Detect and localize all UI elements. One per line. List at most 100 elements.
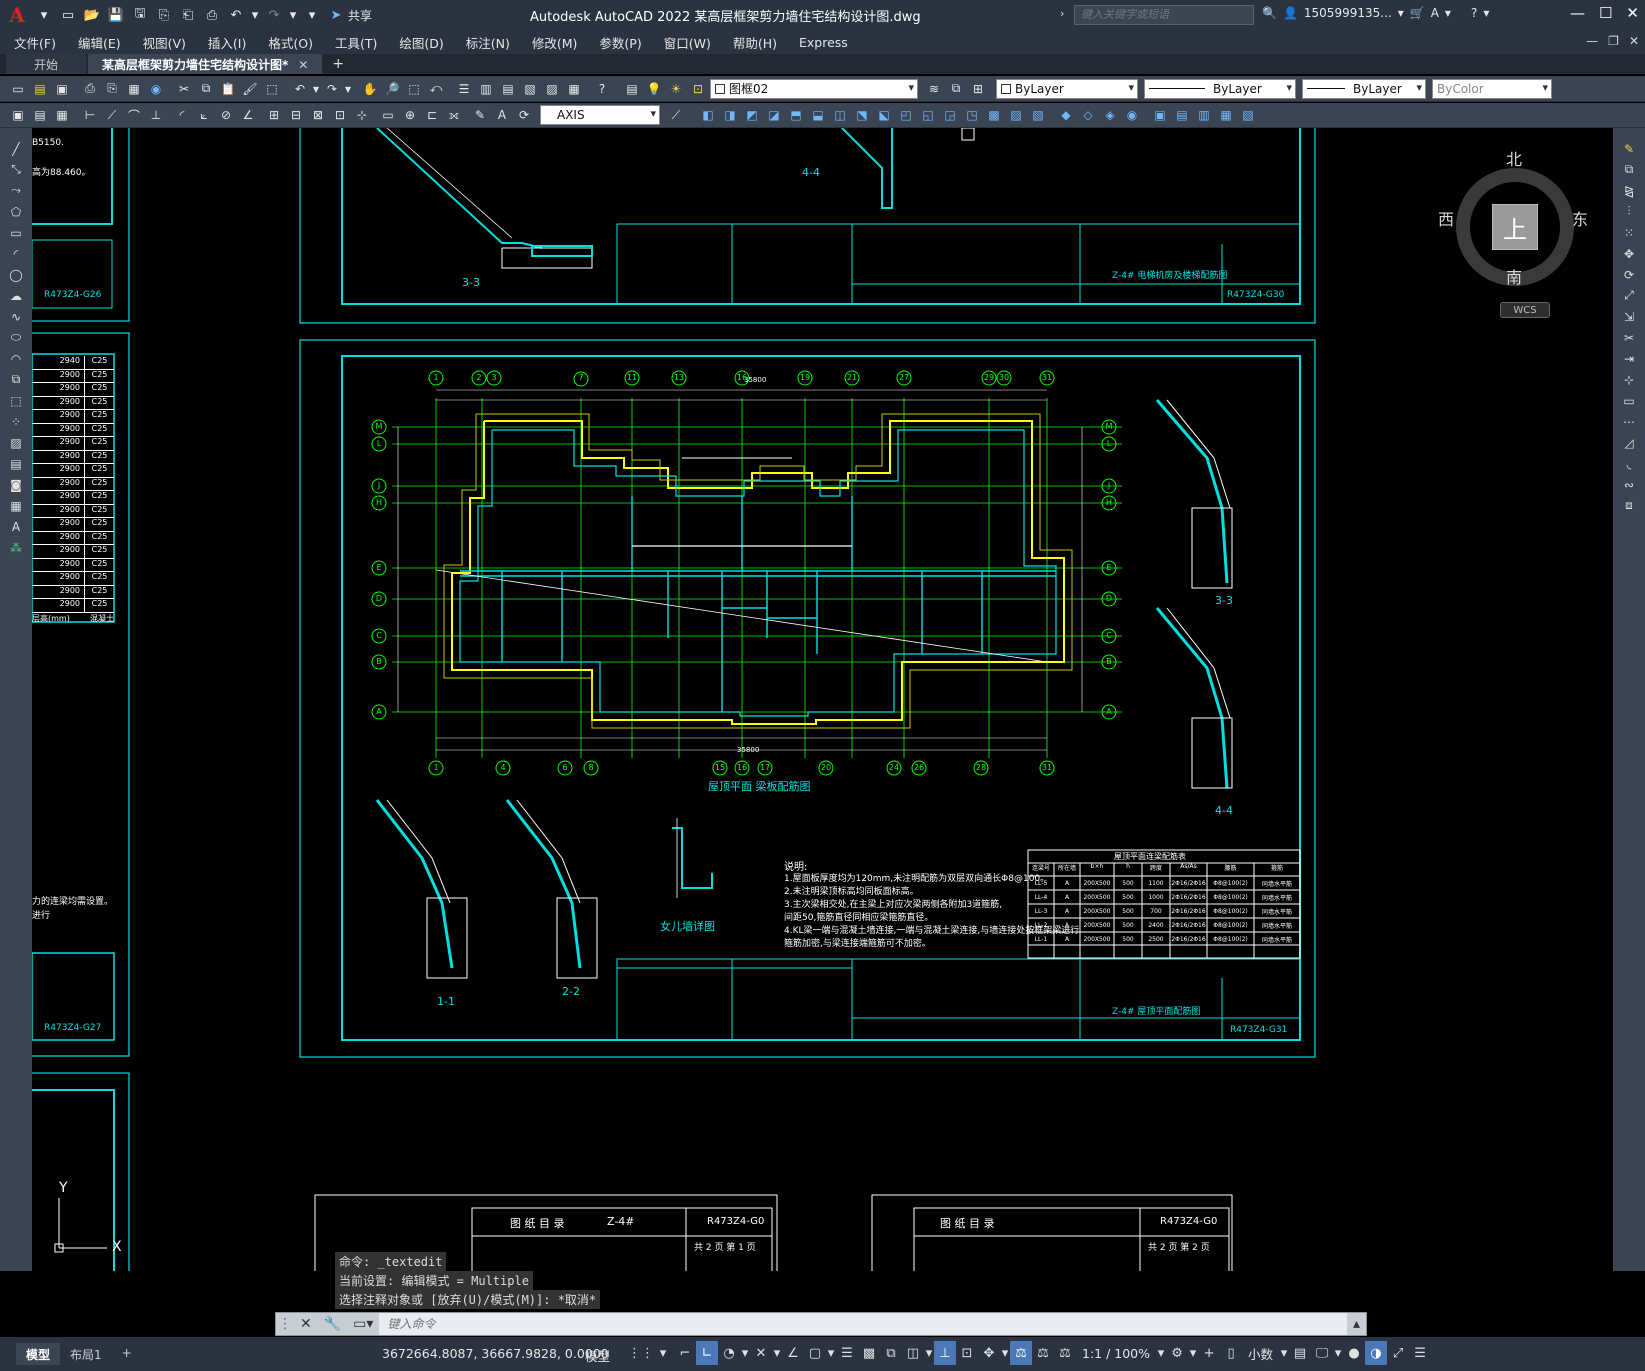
- inspect-icon[interactable]: ⊏: [422, 105, 442, 125]
- break-icon[interactable]: ▭: [1613, 390, 1645, 411]
- undo-dropdown-icon[interactable]: ▾: [251, 6, 259, 24]
- dim-continue-icon[interactable]: ⊠: [308, 105, 328, 125]
- zoom-previous-icon[interactable]: ⤺: [426, 79, 446, 99]
- break-at-point-icon[interactable]: ⊹: [1613, 369, 1645, 390]
- layer-previous-icon[interactable]: ⧉: [946, 79, 966, 99]
- polar-icon[interactable]: ◔: [718, 1341, 740, 1365]
- undo-tool-icon[interactable]: ↶: [290, 79, 310, 99]
- search-expand-icon[interactable]: ›: [1060, 7, 1064, 20]
- compass-east[interactable]: 东: [1572, 206, 1588, 230]
- dim-linear-icon[interactable]: ⊢: [80, 105, 100, 125]
- tab-close-icon[interactable]: ✕: [298, 58, 308, 72]
- graphics-performance-icon[interactable]: ◑: [1365, 1341, 1388, 1365]
- dim-edit-icon[interactable]: ✎: [470, 105, 490, 125]
- zoom-realtime-icon[interactable]: 🔎: [382, 79, 402, 99]
- tool-b-icon[interactable]: ▤: [30, 105, 50, 125]
- app-dropdown-icon[interactable]: ▾: [1445, 6, 1451, 20]
- close-icon[interactable]: ✕: [1626, 4, 1639, 22]
- 3d-tool-7-icon[interactable]: ◫: [830, 105, 850, 125]
- quick-properties-icon[interactable]: ▤: [1289, 1341, 1311, 1365]
- dim-radius-icon[interactable]: ◜: [172, 105, 192, 125]
- stretch-icon[interactable]: ⇲: [1613, 306, 1645, 327]
- layer-combo[interactable]: 图框02: [710, 78, 918, 99]
- minimize-icon[interactable]: —: [1570, 4, 1585, 22]
- 3d-tool-4-icon[interactable]: ◪: [764, 105, 784, 125]
- dim-ordinate-icon[interactable]: ⊥: [146, 105, 166, 125]
- transparency-icon[interactable]: ▩: [858, 1341, 880, 1365]
- menu-express[interactable]: Express: [799, 35, 848, 50]
- undo-icon[interactable]: ↶: [227, 6, 245, 24]
- layer-freeze-icon[interactable]: ☀: [666, 79, 686, 99]
- lock-ui-icon[interactable]: 🖵: [1311, 1341, 1333, 1365]
- tolerance-icon[interactable]: ▭: [378, 105, 398, 125]
- 3d-tool-6-icon[interactable]: ⬓: [808, 105, 828, 125]
- snap-icon[interactable]: ▾: [652, 1341, 674, 1365]
- layer-properties-icon[interactable]: ▤: [622, 79, 642, 99]
- layout-tab-model[interactable]: 模型: [16, 1343, 61, 1365]
- spline-icon[interactable]: ∿: [0, 306, 32, 327]
- scale-icon[interactable]: ⤢: [1613, 285, 1645, 306]
- save-as-icon[interactable]: 🖫: [131, 6, 149, 24]
- center-mark-icon[interactable]: ⊕: [400, 105, 420, 125]
- dim-angular-icon[interactable]: ∠: [238, 105, 258, 125]
- join-icon[interactable]: ⋯: [1613, 411, 1645, 432]
- lineweight-combo[interactable]: ByLayer: [1302, 78, 1426, 99]
- user-dropdown-icon[interactable]: ▾: [1398, 6, 1404, 20]
- search-input[interactable]: [1074, 5, 1254, 25]
- doc-close-icon[interactable]: ✕: [1629, 34, 1639, 48]
- auto-scale-icon[interactable]: ⚖: [1032, 1341, 1054, 1365]
- add-layout-button[interactable]: +: [112, 1343, 142, 1365]
- customize-qat-icon[interactable]: ▾: [303, 6, 321, 24]
- fillet-icon[interactable]: ◟: [1613, 453, 1645, 474]
- compass-west[interactable]: 西: [1438, 206, 1454, 230]
- dim-baseline-icon[interactable]: ⊟: [286, 105, 306, 125]
- tool-a-icon[interactable]: ▣: [8, 105, 28, 125]
- polar-dropdown-icon[interactable]: ▾: [740, 1341, 750, 1365]
- dim-break-icon[interactable]: ⊹: [352, 105, 372, 125]
- dim-text-edit-icon[interactable]: A: [492, 105, 512, 125]
- add-selected-icon[interactable]: ⁂: [0, 537, 32, 558]
- scale-readout[interactable]: 1:1 / 100%: [1082, 1346, 1150, 1361]
- compass-north[interactable]: 北: [1506, 146, 1522, 170]
- menu-window[interactable]: 窗口(W): [664, 33, 711, 52]
- explode-icon[interactable]: ⧈: [1613, 495, 1645, 516]
- qnew-icon[interactable]: ▭: [8, 79, 28, 99]
- clean-screen-icon[interactable]: ⤢: [1387, 1341, 1409, 1365]
- 3d-tool-9-icon[interactable]: ⬕: [874, 105, 894, 125]
- circle-icon[interactable]: ◯: [0, 264, 32, 285]
- layout-tab-layout1[interactable]: 布局1: [60, 1343, 112, 1365]
- extend-icon[interactable]: ⇥: [1613, 348, 1645, 369]
- viewcube-top-face[interactable]: 上: [1492, 204, 1538, 250]
- menu-insert[interactable]: 插入(I): [208, 33, 246, 52]
- recent-commands-icon[interactable]: ▭▾: [353, 1316, 373, 1332]
- tool-palettes-icon[interactable]: ▤: [498, 79, 518, 99]
- tool-c-icon[interactable]: ▦: [52, 105, 72, 125]
- menu-help[interactable]: 帮助(H): [733, 33, 777, 52]
- layer-state-icon[interactable]: ⊞: [968, 79, 988, 99]
- customization-icon[interactable]: ☰: [1409, 1341, 1431, 1365]
- ellipse-icon[interactable]: ⬭: [0, 327, 32, 348]
- plot-icon[interactable]: ⎙: [203, 6, 221, 24]
- dynamic-ucs-icon[interactable]: ▾: [924, 1341, 934, 1365]
- help-dropdown-icon[interactable]: ▾: [1483, 6, 1489, 20]
- ellipse-arc-icon[interactable]: ◠: [0, 348, 32, 369]
- viewcube[interactable]: 上 北 南 东 西: [1436, 146, 1596, 316]
- color-combo[interactable]: ByLayer: [996, 78, 1138, 99]
- line-icon[interactable]: ╱: [0, 138, 32, 159]
- erase-icon[interactable]: ✎: [1613, 138, 1645, 159]
- 3d-tool-15-icon[interactable]: ▨: [1006, 105, 1026, 125]
- insert-block-icon[interactable]: ⧉: [0, 369, 32, 390]
- selection-filter-icon[interactable]: ⊡: [956, 1341, 978, 1365]
- object-snap-tracking-icon[interactable]: ∠: [782, 1341, 804, 1365]
- menu-modify[interactable]: 修改(M): [532, 33, 578, 52]
- 3d-tool-19-icon[interactable]: ◈: [1100, 105, 1120, 125]
- 3d-tool-17-icon[interactable]: ◆: [1056, 105, 1076, 125]
- 3d-tool-8-icon[interactable]: ⬔: [852, 105, 872, 125]
- redo-dropdown-icon[interactable]: ▾: [289, 6, 297, 24]
- annotation-monitor-icon[interactable]: +: [1198, 1341, 1220, 1365]
- hatch-icon[interactable]: ▨: [0, 432, 32, 453]
- 3d-tool-14-icon[interactable]: ▩: [984, 105, 1004, 125]
- 3d-tool-16-icon[interactable]: ▧: [1028, 105, 1048, 125]
- menu-file[interactable]: 文件(F): [14, 33, 56, 52]
- menu-edit[interactable]: 编辑(E): [78, 33, 121, 52]
